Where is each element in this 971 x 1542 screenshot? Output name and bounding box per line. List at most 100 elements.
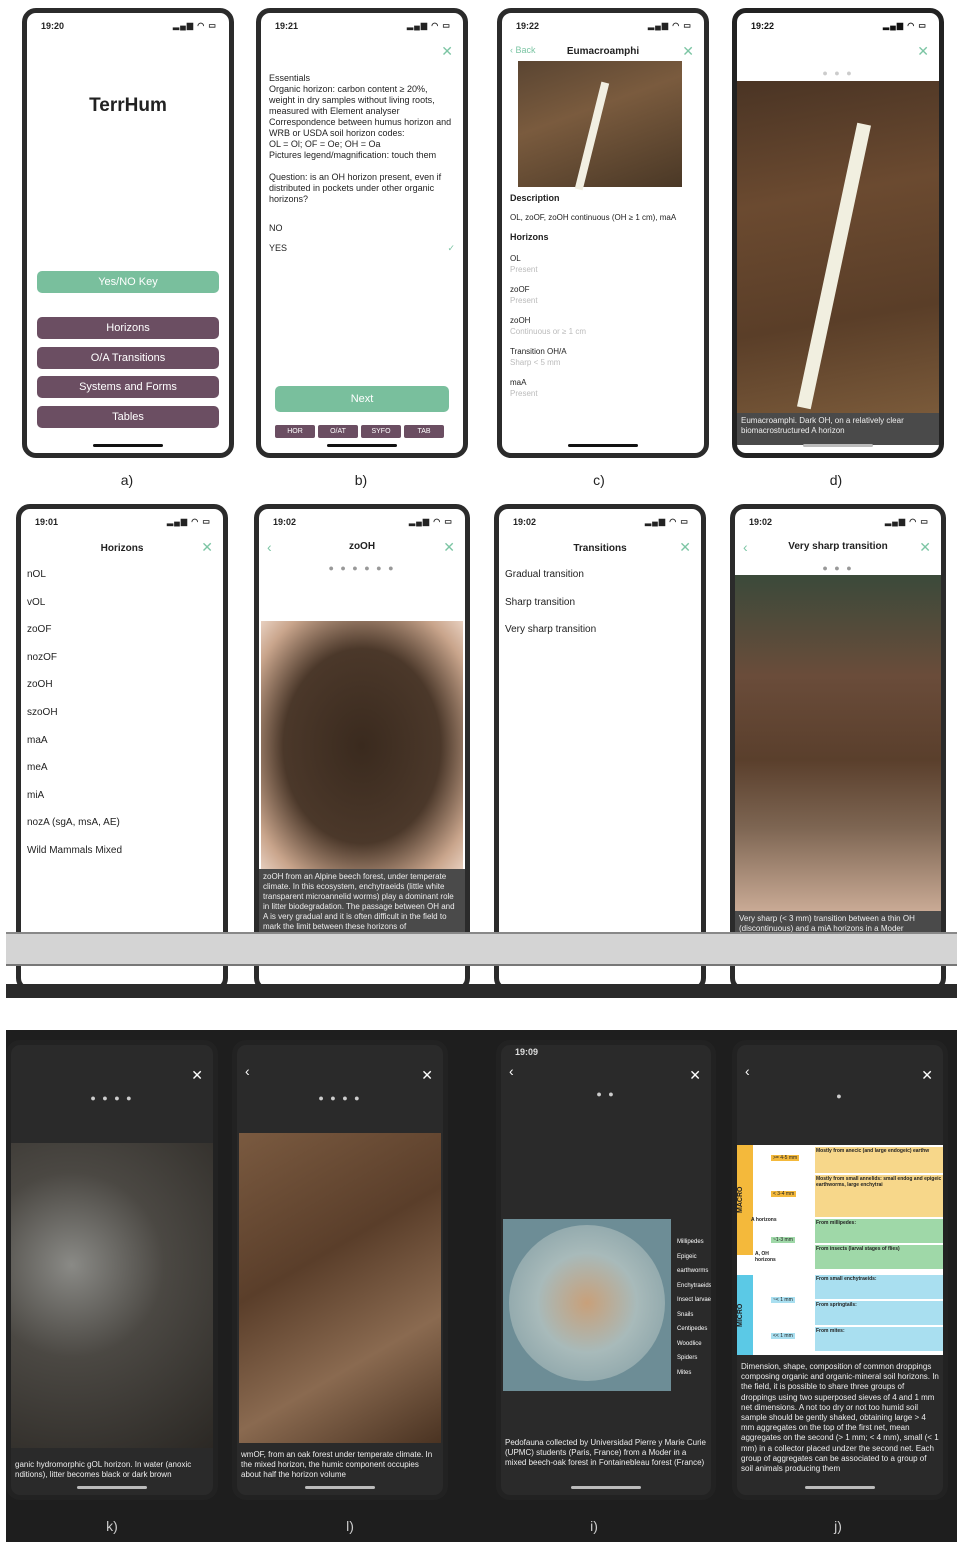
page-title: Eumacroamphi	[566, 46, 640, 57]
list-item[interactable]: Wild Mammals Mixed	[27, 837, 217, 865]
scan-glitch-band	[6, 932, 957, 966]
status-time: 19:22	[516, 21, 540, 31]
phone-pedofauna: 19:09 ‹ ✕ ● ● Millipedes Epigeic earthwo…	[496, 1040, 716, 1500]
label-b: b)	[354, 472, 368, 488]
chevron-left-icon[interactable]: ‹	[745, 1063, 750, 1079]
page-dots: ●	[836, 1091, 844, 1101]
label-c: c)	[593, 472, 605, 488]
home-indicator	[571, 1486, 641, 1489]
status-time: 19:09	[515, 1047, 539, 1057]
page-title: zoOH	[348, 541, 376, 552]
signal-wifi-battery-icon: ▂▄▆ ◠ ▭	[885, 517, 929, 526]
list-item[interactable]: nOL	[27, 561, 217, 589]
option-yes[interactable]: YES ✓	[269, 243, 455, 254]
micro-label: MICRO	[737, 1275, 753, 1355]
signal-wifi-battery-icon: ▂▄▆ ◠ ▭	[167, 517, 211, 526]
home-indicator	[327, 444, 397, 447]
close-icon[interactable]: ✕	[689, 1067, 701, 1084]
close-icon[interactable]: ✕	[682, 43, 694, 60]
close-icon[interactable]: ✕	[201, 539, 213, 556]
phone-question: 19:21 ▂▄▆ ◠ ▭ ✕ Essentials Organic horizo…	[256, 8, 468, 458]
close-icon[interactable]: ✕	[443, 539, 455, 556]
close-icon[interactable]: ✕	[421, 1067, 433, 1084]
wmof-photo[interactable]	[239, 1133, 441, 1443]
phone-zooh-photo: 19:02 ▂▄▆ ◠ ▭ ‹ zoOH ✕ ● ● ● ● ● ● zoOH f…	[254, 504, 470, 992]
page-dots: ● ●	[596, 1089, 616, 1099]
close-icon[interactable]: ✕	[919, 539, 931, 556]
list-item[interactable]: szoOH	[27, 699, 217, 727]
status-time: 19:01	[35, 517, 59, 527]
home-indicator	[305, 1486, 375, 1489]
status-time: 19:20	[41, 21, 65, 31]
page-dots: ● ● ● ●	[318, 1093, 362, 1103]
status-time: 19:22	[751, 21, 775, 31]
home-indicator	[803, 444, 873, 447]
home-indicator	[77, 1486, 147, 1489]
status-time: 19:02	[513, 517, 537, 527]
list-item[interactable]: miA	[27, 782, 217, 810]
systems-forms-button[interactable]: Systems and Forms	[37, 376, 219, 398]
horizons-button[interactable]: Horizons	[37, 317, 219, 339]
signal-wifi-battery-icon: ▂▄▆ ◠ ▭	[409, 517, 453, 526]
photo-caption: Pedofauna collected by Universidad Pierr…	[501, 1435, 711, 1479]
page-title: Horizons	[100, 543, 144, 554]
list-item[interactable]: zoOF	[27, 616, 217, 644]
status-time: 19:02	[273, 517, 297, 527]
home-indicator	[805, 1486, 875, 1489]
page-dots: ● ● ●	[822, 68, 854, 78]
page-dots: ● ● ● ● ● ●	[328, 563, 396, 573]
macro-label: MACRO	[737, 1145, 753, 1255]
list-item[interactable]: vOL	[27, 589, 217, 617]
yes-no-key-button[interactable]: Yes/NO Key	[37, 271, 219, 293]
signal-wifi-battery-icon: ▂▄▆ ◠ ▭	[648, 21, 692, 30]
tab-oat[interactable]: O/AT	[318, 425, 358, 438]
petri-dish-photo[interactable]	[503, 1219, 671, 1391]
description-text: OL, zoOF, zoOH continuous (OH ≥ 1 cm), m…	[510, 213, 677, 222]
zooh-photo[interactable]	[261, 621, 463, 871]
close-icon[interactable]: ✕	[921, 1067, 933, 1084]
option-no[interactable]: NO	[269, 223, 283, 233]
chevron-left-icon[interactable]: ‹	[245, 1063, 250, 1079]
photo-caption: ganic hydromorphic gOL horizon. In water…	[11, 1457, 213, 1483]
status-time: 19:02	[749, 517, 773, 527]
photo-caption: wmOF, from an oak forest under temperate…	[237, 1447, 443, 1481]
tab-hor[interactable]: HOR	[275, 425, 315, 438]
list-item[interactable]: nozOF	[27, 644, 217, 672]
close-icon[interactable]: ✕	[679, 539, 691, 556]
phone-gol-photo: ✕ ● ● ● ● ganic hydromorphic gOL horizon…	[6, 1040, 218, 1500]
fauna-legend: Millipedes Epigeic earthworms Enchytraei…	[677, 1239, 712, 1376]
page-title: Very sharp transition	[788, 541, 888, 552]
list-item[interactable]: meA	[27, 754, 217, 782]
list-item[interactable]: maA	[27, 727, 217, 755]
list-item[interactable]: Gradual transition	[505, 561, 695, 589]
app-title: TerrHum	[89, 95, 167, 116]
list-item[interactable]: nozA (sgA, msA, AE)	[27, 809, 217, 837]
transitions-button[interactable]: O/A Transitions	[37, 347, 219, 369]
label-d: d)	[829, 472, 843, 488]
tables-button[interactable]: Tables	[37, 406, 219, 428]
close-icon[interactable]: ✕	[441, 43, 453, 60]
label-j: j)	[834, 1518, 842, 1534]
page-dots: ● ● ●	[822, 563, 854, 573]
label-a: a)	[120, 472, 134, 488]
horizons-list: nOL vOL zoOF nozOF zoOH szoOH maA meA mi…	[27, 561, 217, 865]
soil-profile-photo[interactable]	[737, 81, 939, 413]
list-item[interactable]: Very sharp transition	[505, 616, 695, 644]
droppings-table[interactable]: MACRO MICRO Mostly from anecic (and larg…	[737, 1145, 943, 1355]
chevron-left-icon[interactable]: ‹	[509, 1063, 514, 1079]
check-icon: ✓	[447, 243, 455, 253]
close-icon[interactable]: ✕	[917, 43, 929, 60]
photo-caption: zoOH from an Alpine beech forest, under …	[259, 869, 465, 939]
tab-tab[interactable]: TAB	[404, 425, 444, 438]
litter-photo[interactable]	[11, 1143, 213, 1448]
transition-photo[interactable]	[735, 575, 941, 911]
list-item[interactable]: Sharp transition	[505, 589, 695, 617]
signal-wifi-battery-icon: ▂▄▆ ◠ ▭	[173, 21, 217, 30]
tab-syfo[interactable]: SYFO	[361, 425, 401, 438]
phone-main-menu: 19:20 ▂▄▆ ◠ ▭ TerrHum Yes/NO Key Horizons…	[22, 8, 234, 458]
soil-photo[interactable]	[518, 61, 682, 191]
next-button[interactable]: Next	[275, 386, 449, 412]
label-i: i)	[590, 1518, 598, 1534]
list-item[interactable]: zoOH	[27, 671, 217, 699]
close-icon[interactable]: ✕	[191, 1067, 203, 1084]
